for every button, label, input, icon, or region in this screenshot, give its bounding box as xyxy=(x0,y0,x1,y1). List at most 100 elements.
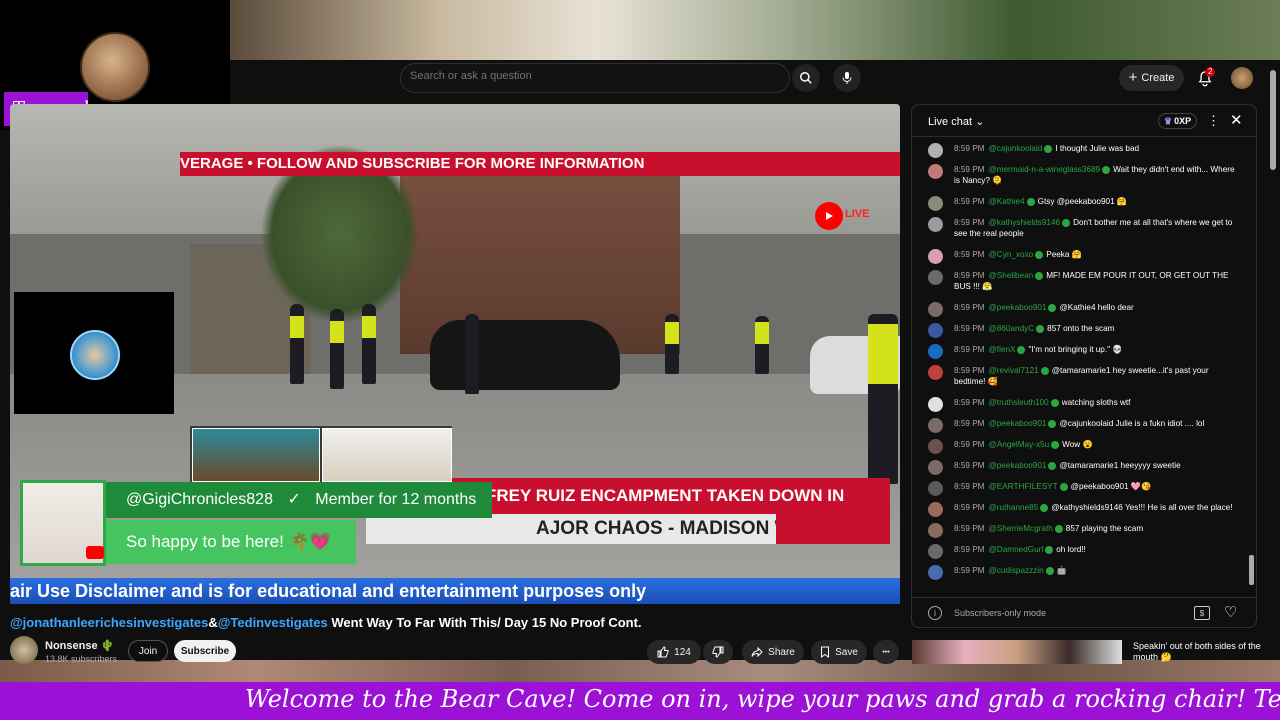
recommended-title[interactable]: Speakin' out of both sides of the mouth … xyxy=(1133,641,1268,663)
chat-author-name[interactable]: @Shelibean xyxy=(989,271,1034,280)
chat-close-icon[interactable]: ✕ xyxy=(1230,111,1243,129)
join-button[interactable]: Join xyxy=(128,640,168,662)
chat-message[interactable]: 8:59 PM @peekaboo901 @Kathie4 hello dear xyxy=(912,300,1246,317)
chat-author-avatar[interactable] xyxy=(928,418,943,433)
chat-message[interactable]: 8:59 PM @revival7121 @tamaramarie1 hey swe… xyxy=(912,363,1246,389)
chat-author-name[interactable]: @ruthanne85 xyxy=(989,503,1039,512)
chat-message[interactable]: 8:59 PM @AngelMay-x5u Wow 😮 xyxy=(912,437,1246,454)
title-mention-2[interactable]: @Tedinvestigates xyxy=(218,615,328,630)
disclaimer-banner: air Use Disclaimer and is for educationa… xyxy=(10,578,900,604)
chat-message[interactable]: 8:59 PM @Shelibean MF! MADE EM POUR IT OUT… xyxy=(912,268,1246,294)
chat-author-avatar[interactable] xyxy=(928,164,943,179)
overlay-emblem xyxy=(70,330,120,380)
chat-author-name[interactable]: @kathyshields9146 xyxy=(989,218,1061,227)
chat-author-name[interactable]: @fienX xyxy=(989,345,1016,354)
title-mention-1[interactable]: @jonathanleerichesinvestigates xyxy=(10,615,208,630)
like-button[interactable]: 124 xyxy=(647,640,701,664)
more-actions-button[interactable]: ••• xyxy=(873,640,899,664)
chat-author-name[interactable]: @revival7121 xyxy=(989,366,1039,375)
chat-author-avatar[interactable] xyxy=(928,439,943,454)
save-button[interactable]: Save xyxy=(811,640,867,664)
chat-message-text: watching sloths wtf xyxy=(1061,398,1131,407)
chat-author-name[interactable]: @peekaboo901 xyxy=(989,461,1047,470)
info-icon[interactable]: i xyxy=(928,606,942,620)
chat-author-avatar[interactable] xyxy=(928,523,943,538)
chat-author-name[interactable]: @truthsleuth100 xyxy=(989,398,1049,407)
chat-author-avatar[interactable] xyxy=(928,365,943,380)
chat-author-avatar[interactable] xyxy=(928,397,943,412)
chat-message[interactable]: 8:59 PM @Cyn_xoxo Peeka 🤗 xyxy=(912,247,1246,264)
channel-avatar[interactable] xyxy=(10,636,38,664)
chat-timestamp: 8:59 PM xyxy=(954,440,985,449)
chat-author-avatar[interactable] xyxy=(928,481,943,496)
chat-message[interactable]: 8:59 PM @peekaboo901 @cajunkoolaid Julie i… xyxy=(912,416,1246,433)
chat-author-name[interactable]: @Kathie4 xyxy=(989,197,1025,206)
chat-message[interactable]: 8:59 PM @fienX "I'm not bringing it up." 💀 xyxy=(912,342,1246,359)
chat-message[interactable]: 8:59 PM @peekaboo901 @tamaramarie1 heeyyyy… xyxy=(912,458,1246,475)
chat-message[interactable]: 8:59 PM @truthsleuth100 watching sloths wt… xyxy=(912,395,1246,412)
chat-author-avatar[interactable] xyxy=(928,565,943,580)
chat-author-name[interactable]: @DamnedGurl xyxy=(989,545,1044,554)
chat-message[interactable]: 8:59 PM @Kathie4 Gtsy @peekaboo901 🤗 xyxy=(912,194,1246,211)
pip-camera-1 xyxy=(192,428,320,482)
chat-author-name[interactable]: @EARTHFILESYT xyxy=(989,482,1058,491)
chat-message-text: 857 playing the scam xyxy=(1065,524,1144,533)
chat-author-name[interactable]: @cajunkoolaid xyxy=(989,144,1043,153)
chat-message[interactable]: 8:59 PM @860andyC 857 onto the scam xyxy=(912,321,1246,338)
member-badge-icon xyxy=(1059,482,1068,491)
chat-message[interactable]: 8:59 PM @cajunkoolaid I thought Julie was … xyxy=(912,141,1246,158)
chat-scrollbar[interactable] xyxy=(1249,555,1254,585)
search-button[interactable] xyxy=(792,64,820,92)
channel-name[interactable]: Nonsense 🌵 xyxy=(45,639,114,652)
member-badge-icon xyxy=(1036,324,1045,333)
chat-author-avatar[interactable] xyxy=(928,270,943,285)
chat-message-text: Gtsy @peekaboo901 🤗 xyxy=(1037,197,1128,206)
chat-timestamp: 8:59 PM xyxy=(954,503,985,512)
create-button[interactable]: + Create xyxy=(1119,65,1184,91)
recommended-thumbnail[interactable] xyxy=(912,640,1122,664)
chat-author-avatar[interactable] xyxy=(928,196,943,211)
chat-author-avatar[interactable] xyxy=(928,544,943,559)
stream-screen: Toomuch + Create 2 VERA xyxy=(0,0,1280,720)
chat-author-name[interactable]: @peekaboo901 xyxy=(989,303,1047,312)
chat-message[interactable]: 8:59 PM @DamnedGurl oh lord!! xyxy=(912,542,1246,559)
share-button[interactable]: Share xyxy=(742,640,804,664)
lower-third-line1: FREY RUIZ ENCAMPMENT TAKEN DOWN IN xyxy=(486,486,845,505)
super-chat-icon[interactable]: $ xyxy=(1194,606,1210,620)
voice-search-button[interactable] xyxy=(833,64,861,92)
search-input[interactable] xyxy=(410,70,710,82)
chat-more-menu-icon[interactable]: ⋮ xyxy=(1207,113,1220,129)
chat-author-name[interactable]: @peekaboo901 xyxy=(989,419,1047,428)
chat-author-avatar[interactable] xyxy=(928,460,943,475)
page-scrollbar[interactable] xyxy=(1270,70,1276,170)
chat-author-name[interactable]: @AngelMay-x5u xyxy=(989,440,1050,449)
chat-message[interactable]: 8:59 PM @cudispazzzin 🤖 xyxy=(912,563,1246,580)
chat-message[interactable]: 8:59 PM @ruthanne85 @kathyshields9146 Yes!… xyxy=(912,500,1246,517)
chat-author-name[interactable]: @860andyC xyxy=(989,324,1035,333)
xp-badge[interactable]: ♛ 0XP xyxy=(1158,113,1198,129)
chat-author-name[interactable]: @SherrieMcgrath xyxy=(989,524,1053,533)
chat-message[interactable]: 8:59 PM @mermaid-n-a-wineglass3689 Wait th… xyxy=(912,162,1246,188)
chat-message[interactable]: 8:59 PM @SherrieMcgrath 857 playing the sc… xyxy=(912,521,1246,538)
chat-message[interactable]: 8:59 PM @EARTHFILESYT @peekaboo901 🩷😘 xyxy=(912,479,1246,496)
chat-timestamp: 8:59 PM xyxy=(954,165,985,174)
chat-message[interactable]: 8:59 PM @kathyshields9146 Don't bother me … xyxy=(912,215,1246,241)
heart-icon[interactable]: ♡ xyxy=(1224,603,1237,621)
account-avatar[interactable] xyxy=(1231,67,1253,89)
chat-author-avatar[interactable] xyxy=(928,302,943,317)
chat-author-avatar[interactable] xyxy=(928,143,943,158)
chat-author-avatar[interactable] xyxy=(928,344,943,359)
member-badge-icon xyxy=(1051,440,1060,449)
chat-mode-dropdown[interactable]: Live chat ⌄ xyxy=(928,115,984,128)
chat-author-avatar[interactable] xyxy=(928,502,943,517)
chat-author-avatar[interactable] xyxy=(928,249,943,264)
chat-author-name[interactable]: @Cyn_xoxo xyxy=(989,250,1034,259)
member-badge-icon xyxy=(1040,503,1049,512)
chat-message-text: @peekaboo901 🩷😘 xyxy=(1070,482,1152,491)
chat-author-avatar[interactable] xyxy=(928,217,943,232)
dislike-button[interactable] xyxy=(703,640,733,664)
chat-author-name[interactable]: @mermaid-n-a-wineglass3689 xyxy=(989,165,1101,174)
chat-author-avatar[interactable] xyxy=(928,323,943,338)
subscribe-button[interactable]: Subscribe xyxy=(174,640,236,662)
chat-author-name[interactable]: @cudispazzzin xyxy=(989,566,1044,575)
